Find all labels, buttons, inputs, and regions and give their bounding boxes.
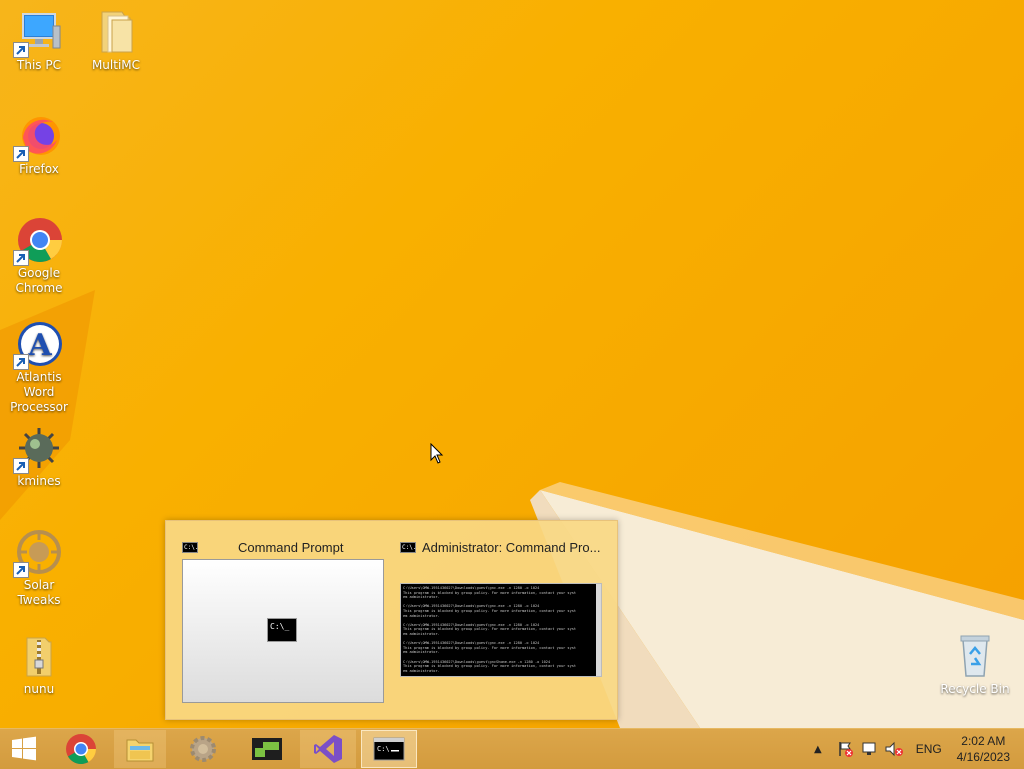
green-app-icon bbox=[252, 738, 282, 760]
taskbar: C:\ ▲ ENG 2:02 AM 4/16/2023 bbox=[0, 728, 1024, 769]
svg-text:C:\: C:\ bbox=[377, 745, 390, 753]
desktop-icon-multimc[interactable]: MultiMC bbox=[78, 8, 154, 73]
desktop-icon-label-line1: Atlantis Word bbox=[16, 370, 62, 399]
desktop-icon-google-chrome[interactable]: Google Chrome bbox=[1, 216, 77, 296]
kmines-icon bbox=[13, 424, 63, 474]
desktop-icon-atlantis-word-processor[interactable]: A Atlantis Word Processor bbox=[0, 320, 78, 415]
shortcut-arrow-icon bbox=[13, 562, 29, 578]
system-tray: ▲ ENG bbox=[814, 729, 942, 769]
taskbar-settings-button[interactable] bbox=[176, 730, 230, 768]
shortcut-arrow-icon bbox=[13, 458, 29, 474]
thumbnail-command-prompt[interactable]: C:\. Command Prompt C:\_ bbox=[166, 521, 391, 719]
desktop-icon-recycle-bin[interactable]: Recycle Bin bbox=[937, 632, 1013, 697]
thumbnail-title-text: Command Prompt bbox=[238, 539, 344, 555]
desktop-icon-this-pc[interactable]: This PC bbox=[1, 8, 77, 73]
desktop-icon-label: nunu bbox=[23, 682, 55, 696]
command-prompt-icon: C:\ bbox=[373, 737, 405, 761]
desktop-icon-label: Solar Tweaks bbox=[17, 578, 61, 607]
command-prompt-icon: C:\. bbox=[400, 541, 417, 553]
shortcut-arrow-icon bbox=[13, 42, 29, 58]
console-line: This program is blocked by group policy.… bbox=[403, 608, 577, 613]
taskbar-command-prompt-button[interactable]: C:\ bbox=[361, 730, 417, 768]
folder-icon bbox=[92, 8, 140, 56]
desktop-icon-label: This PC bbox=[17, 58, 61, 72]
chrome-icon bbox=[66, 734, 96, 765]
taskbar-thumbnail-preview: C:\. Command Prompt C:\_ C:\. Administra… bbox=[165, 520, 618, 720]
desktop-icon-label: kmines bbox=[17, 474, 61, 488]
console-output: C:\Users\OMW-1951436027\Downloads\guest\… bbox=[403, 586, 599, 676]
zip-folder-icon bbox=[15, 632, 63, 680]
thumbnail-title: C:\. Command Prompt bbox=[182, 539, 343, 555]
desktop-icon-nunu[interactable]: nunu bbox=[1, 632, 77, 697]
atlantis-icon: A bbox=[13, 320, 63, 370]
gear-icon bbox=[190, 736, 216, 762]
console-scrollbar bbox=[596, 584, 601, 676]
desktop-icon-firefox[interactable]: Firefox bbox=[1, 112, 77, 177]
network-icon[interactable] bbox=[860, 740, 878, 758]
clock-time: 2:02 AM bbox=[961, 734, 1006, 748]
taskbar-app-button[interactable] bbox=[240, 730, 294, 768]
solar-tweaks-icon bbox=[13, 528, 63, 578]
show-hidden-icons-button[interactable]: ▲ bbox=[814, 744, 822, 755]
taskbar-chrome-button[interactable] bbox=[54, 730, 108, 768]
command-prompt-large-icon: C:\_ bbox=[267, 618, 297, 642]
start-button[interactable] bbox=[0, 730, 48, 768]
shortcut-arrow-icon bbox=[13, 354, 29, 370]
windows-logo-icon bbox=[12, 736, 36, 761]
firefox-icon bbox=[13, 112, 63, 162]
this-pc-icon bbox=[13, 8, 63, 58]
language-indicator[interactable]: ENG bbox=[916, 742, 942, 756]
shortcut-arrow-icon bbox=[13, 250, 29, 266]
command-prompt-icon: C:\. bbox=[182, 541, 199, 553]
desktop-icon-kmines[interactable]: kmines bbox=[1, 424, 77, 489]
action-center-flag-icon[interactable] bbox=[836, 740, 854, 758]
thumbnail-title-text: Administrator: Command Pro... bbox=[422, 539, 601, 555]
thumbnail-preview-image: C:\_ bbox=[182, 559, 384, 703]
console-line: This program is blocked by group policy.… bbox=[403, 664, 577, 669]
desktop-icon-label-line2: Processor bbox=[10, 400, 68, 414]
desktop-icon-solar-tweaks[interactable]: Solar Tweaks bbox=[1, 528, 77, 608]
desktop-icon-label-line2: Chrome bbox=[15, 281, 63, 295]
shortcut-arrow-icon bbox=[13, 146, 29, 162]
chrome-icon bbox=[13, 216, 63, 266]
desktop-icon-label: Recycle Bin bbox=[940, 682, 1010, 696]
desktop-icon-label: Firefox bbox=[19, 162, 59, 176]
thumbnail-administrator-command-prompt[interactable]: C:\. Administrator: Command Pro... C:\Us… bbox=[384, 521, 616, 719]
taskbar-visual-studio-button[interactable] bbox=[300, 730, 356, 768]
visual-studio-icon bbox=[314, 735, 342, 763]
taskbar-clock[interactable]: 2:02 AM 4/16/2023 bbox=[957, 733, 1010, 765]
svg-text:A: A bbox=[27, 328, 52, 363]
desktop-icon-label-line1: Google bbox=[17, 266, 61, 280]
desktop-background: This PC MultiMC Firefox Google Chrome A … bbox=[0, 0, 1024, 728]
desktop-icon-label: MultiMC bbox=[91, 58, 141, 72]
clock-date: 4/16/2023 bbox=[956, 750, 1010, 764]
taskbar-file-explorer-button[interactable] bbox=[114, 730, 166, 768]
file-explorer-icon bbox=[126, 739, 154, 762]
mouse-cursor-icon bbox=[430, 443, 444, 464]
thumbnail-title: C:\. Administrator: Command Pro... bbox=[400, 539, 600, 555]
thumbnail-console-preview: C:\Users\OMW-1951436027\Downloads\guest\… bbox=[400, 583, 602, 677]
recycle-bin-icon bbox=[951, 632, 999, 680]
speaker-muted-icon[interactable] bbox=[884, 740, 904, 758]
